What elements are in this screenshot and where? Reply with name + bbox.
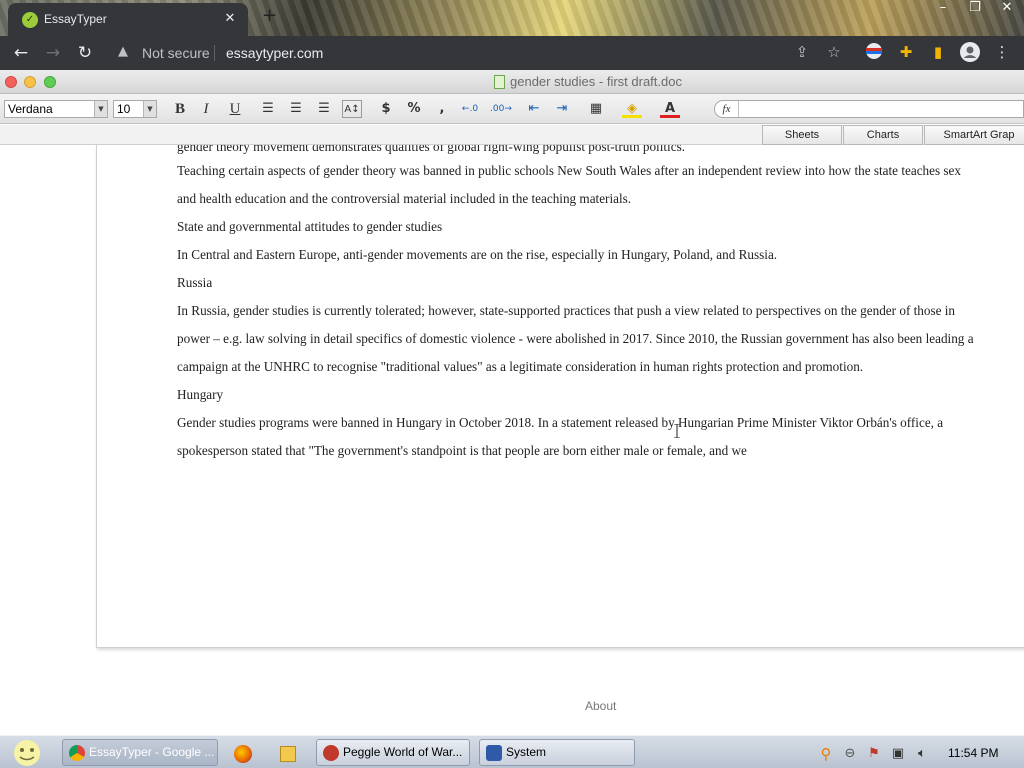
chevron-down-icon[interactable]: ▼	[94, 101, 107, 117]
minus-circle-icon[interactable]: ⊖	[842, 746, 858, 762]
doc-title-area: gender studies - first draft.doc	[494, 74, 682, 89]
paragraph-line: In Russia, gender studies is currently t…	[177, 303, 956, 318]
close-dot-icon[interactable]	[5, 76, 17, 88]
font-family-value: Verdana	[8, 102, 53, 116]
browser-tab-strip: ✓ EssayTyper ✕ + – ❐ ✕	[0, 0, 1024, 36]
url-text[interactable]: essaytyper.com	[226, 45, 323, 61]
align-left-icon[interactable]: ☰	[258, 100, 278, 118]
document-area: gender theory movement demonstrates qual…	[0, 145, 1024, 735]
text-cursor-icon	[674, 423, 680, 439]
align-right-icon[interactable]: ☰	[314, 100, 334, 118]
decrease-decimal-icon[interactable]: ←.0	[460, 100, 480, 118]
taskbar-item-system[interactable]: System	[479, 739, 635, 766]
close-window-icon[interactable]: ✕	[996, 0, 1018, 16]
browser-tab-essaytyper[interactable]: ✓ EssayTyper ✕	[8, 3, 248, 36]
address-bar[interactable]: ▲ Not secure essaytyper.com	[108, 40, 856, 66]
paragraph-line: and health education and the controversi…	[177, 191, 632, 206]
borders-icon[interactable]: ▦	[586, 100, 606, 118]
close-tab-icon[interactable]: ✕	[222, 11, 238, 27]
profile-avatar-icon[interactable]	[960, 42, 980, 62]
formula-bar[interactable]: fx	[714, 100, 1024, 118]
minimize-icon[interactable]: –	[932, 0, 954, 16]
peggle-icon	[323, 745, 339, 761]
italic-button[interactable]: I	[196, 100, 216, 118]
folder-icon[interactable]	[280, 746, 296, 762]
omnibox-divider	[214, 45, 215, 61]
forward-icon[interactable]: →	[42, 42, 64, 64]
text-direction-icon[interactable]: A↕	[342, 100, 362, 118]
warning-icon: ▲	[118, 44, 128, 59]
search-icon[interactable]: ⚲	[818, 746, 834, 762]
paragraph-line: spokesperson stated that "The government…	[177, 443, 747, 458]
window-controls: – ❐ ✕	[932, 0, 1018, 18]
minimize-dot-icon[interactable]	[24, 76, 36, 88]
about-link[interactable]: About	[585, 699, 616, 713]
start-button-icon[interactable]	[6, 737, 48, 768]
fill-color-icon[interactable]: ◈	[622, 100, 642, 118]
chevron-down-icon[interactable]: ▼	[143, 101, 156, 117]
taskbar-item-chrome[interactable]: EssayTyper - Google ...	[62, 739, 218, 766]
tab-sheets[interactable]: Sheets	[762, 125, 842, 145]
section-heading: State and governmental attitudes to gend…	[177, 219, 443, 234]
not-secure-label[interactable]: Not secure	[142, 45, 210, 61]
increase-decimal-icon[interactable]: .00→	[490, 100, 512, 118]
network-icon[interactable]: ▣	[890, 746, 906, 762]
zoom-dot-icon[interactable]	[44, 76, 56, 88]
document-title: gender studies - first draft.doc	[510, 74, 682, 89]
tab-title: EssayTyper	[44, 12, 107, 26]
side-panel-icon[interactable]: ▮	[928, 42, 948, 62]
firefox-icon[interactable]	[234, 745, 252, 763]
paragraph-line: Teaching certain aspects of gender theor…	[177, 163, 961, 178]
paragraph-line: power – e.g. law solving in detail speci…	[177, 331, 974, 346]
bold-button[interactable]: B	[170, 100, 190, 118]
percent-button[interactable]: %	[404, 100, 424, 118]
reload-icon[interactable]: ↻	[74, 42, 96, 64]
section-heading: Hungary	[177, 387, 224, 402]
underline-button[interactable]: U	[225, 100, 245, 118]
paragraph-line: campaign at the UNHRC to recognise "trad…	[177, 359, 864, 374]
chrome-icon	[69, 745, 85, 761]
taskbar-item-label: Peggle World of War...	[343, 745, 463, 759]
font-size-select[interactable]: 10 ▼	[113, 100, 157, 118]
decrease-indent-icon[interactable]: ⇤	[524, 100, 544, 118]
document-icon	[494, 74, 505, 89]
tab-charts[interactable]: Charts	[843, 125, 923, 145]
taskbar-item-peggle[interactable]: Peggle World of War...	[316, 739, 470, 766]
taskbar-item-label: System	[506, 745, 547, 759]
volume-icon[interactable]: 🔈︎	[914, 746, 930, 762]
taskbar-clock[interactable]: 11:54 PM	[948, 746, 998, 760]
comma-button[interactable]: ,	[432, 100, 452, 118]
restore-icon[interactable]: ❐	[964, 0, 986, 16]
security-flag-icon[interactable]: ⚑	[866, 746, 882, 762]
new-tab-button[interactable]: +	[262, 7, 278, 25]
fx-label: fx	[715, 101, 739, 117]
align-center-icon[interactable]: ☰	[286, 100, 306, 118]
extensions-puzzle-icon[interactable]: ✚	[896, 42, 916, 62]
chrome-menu-icon[interactable]: ⋮	[992, 42, 1012, 62]
paragraph-line: Gender studies programs were banned in H…	[177, 415, 944, 430]
font-color-icon[interactable]: A	[660, 100, 680, 118]
taskbar: EssayTyper - Google ... Peggle World of …	[0, 735, 1024, 768]
extension-flag-icon[interactable]	[864, 42, 884, 62]
system-icon	[486, 745, 502, 761]
section-heading: Russia	[177, 275, 213, 290]
document-page[interactable]: gender theory movement demonstrates qual…	[96, 145, 1024, 648]
font-size-value: 10	[117, 102, 131, 116]
share-icon[interactable]: ⇪	[792, 42, 812, 62]
font-family-select[interactable]: Verdana ▼	[4, 100, 108, 118]
ribbon-tab-bar: Sheets Charts SmartArt Grap	[0, 125, 1024, 145]
formatting-toolbar: Verdana ▼ 10 ▼ B I U ☰ ☰ ☰ A↕ $ % , ←.0 …	[0, 94, 1024, 124]
essaytyper-favicon-icon: ✓	[22, 12, 38, 28]
back-icon[interactable]: ←	[10, 42, 32, 64]
paragraph-line: In Central and Eastern Europe, anti-gend…	[177, 247, 778, 262]
currency-button[interactable]: $	[376, 100, 396, 118]
browser-toolbar: ← → ↻ ▲ Not secure essaytyper.com ⇪ ☆ ✚ …	[0, 36, 1024, 70]
bookmark-star-icon[interactable]: ☆	[824, 42, 844, 62]
doc-window-titlebar: gender studies - first draft.doc	[0, 70, 1024, 94]
increase-indent-icon[interactable]: ⇥	[552, 100, 572, 118]
tab-smartart-graphics[interactable]: SmartArt Grap	[924, 125, 1024, 145]
taskbar-item-label: EssayTyper - Google ...	[89, 745, 215, 759]
